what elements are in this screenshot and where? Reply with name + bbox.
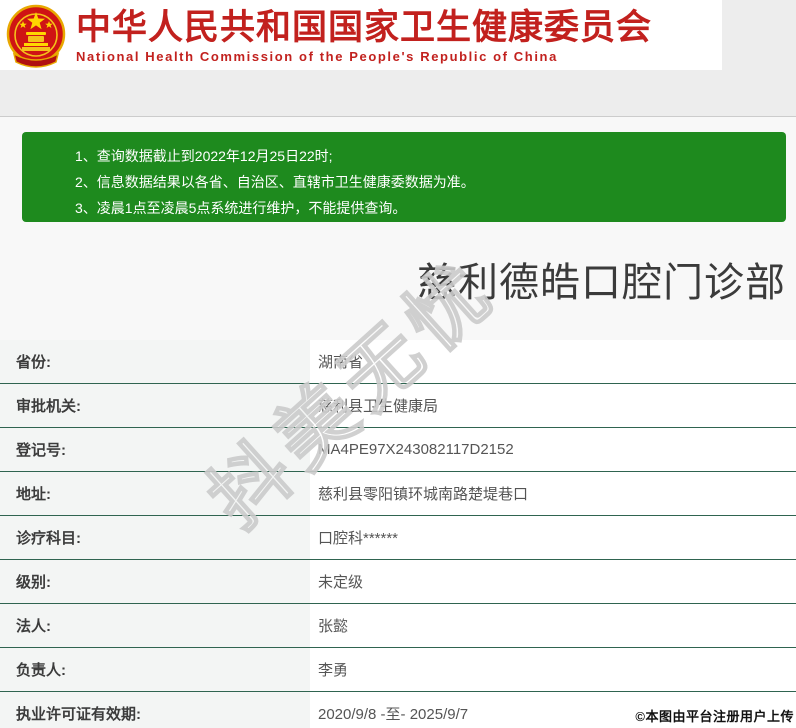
field-value: 李勇 (318, 662, 349, 679)
site-header: 中华人民共和国国家卫生健康委员会 National Health Commiss… (0, 0, 722, 70)
field-value: 口腔科****** (318, 530, 399, 547)
header-divider-strip (0, 70, 796, 117)
field-value: 湖南省 (318, 354, 364, 371)
table-row: 级别: 未定级 (0, 560, 796, 604)
table-row: 诊疗科目: 口腔科****** (0, 516, 796, 560)
table-row: 登记号: MA4PE97X243082117D2152 (0, 428, 796, 472)
table-row: 省份: 湖南省 (0, 340, 796, 384)
field-value: MA4PE97X243082117D2152 (318, 441, 514, 458)
field-value: 未定级 (318, 574, 364, 591)
notice-line-1: 1、查询数据截止到2022年12月25日22时; (75, 148, 333, 164)
field-label: 审批机关: (0, 384, 310, 427)
field-label: 登记号: (0, 428, 310, 471)
upload-attribution-note: ©本图由平台注册用户上传 (635, 709, 794, 724)
field-label: 地址: (0, 472, 310, 515)
china-national-emblem-icon (6, 4, 66, 68)
table-row: 审批机关: 慈利县卫生健康局 (0, 384, 796, 428)
health-commission-query-page: 中华人民共和国国家卫生健康委员会 National Health Commiss… (0, 0, 796, 728)
field-label: 执业许可证有效期: (0, 692, 310, 728)
field-label: 诊疗科目: (0, 516, 310, 559)
table-row: 法人: 张懿 (0, 604, 796, 648)
field-value: 慈利县卫生健康局 (318, 398, 439, 415)
field-value: 张懿 (318, 618, 349, 635)
site-title-english: National Health Commission of the People… (76, 48, 558, 64)
header-titles: 中华人民共和国国家卫生健康委员会 National Health Commiss… (76, 7, 652, 64)
field-label: 省份: (0, 340, 310, 383)
field-label: 法人: (0, 604, 310, 647)
institution-name-title: 慈利德皓口腔门诊部 (417, 261, 786, 305)
field-label: 负责人: (0, 648, 310, 691)
notice-line-2: 2、信息数据结果以各省、自治区、直辖市卫生健康委数据为准。 (75, 174, 475, 190)
institution-detail-table: 省份: 湖南省 审批机关: 慈利县卫生健康局 登记号: MA4PE97X2430… (0, 340, 796, 728)
site-title-chinese: 中华人民共和国国家卫生健康委员会 (76, 7, 653, 47)
table-row: 地址: 慈利县零阳镇环城南路楚堤巷口 (0, 472, 796, 516)
field-value: 慈利县零阳镇环城南路楚堤巷口 (318, 486, 529, 503)
field-label: 级别: (0, 560, 310, 603)
header-band: 中华人民共和国国家卫生健康委员会 National Health Commiss… (0, 0, 796, 70)
table-row: 负责人: 李勇 (0, 648, 796, 692)
query-notice-box: 1、查询数据截止到2022年12月25日22时; 2、信息数据结果以各省、自治区… (22, 132, 786, 222)
notice-line-3: 3、凌晨1点至凌晨5点系统进行维护，不能提供查询。 (75, 200, 407, 216)
